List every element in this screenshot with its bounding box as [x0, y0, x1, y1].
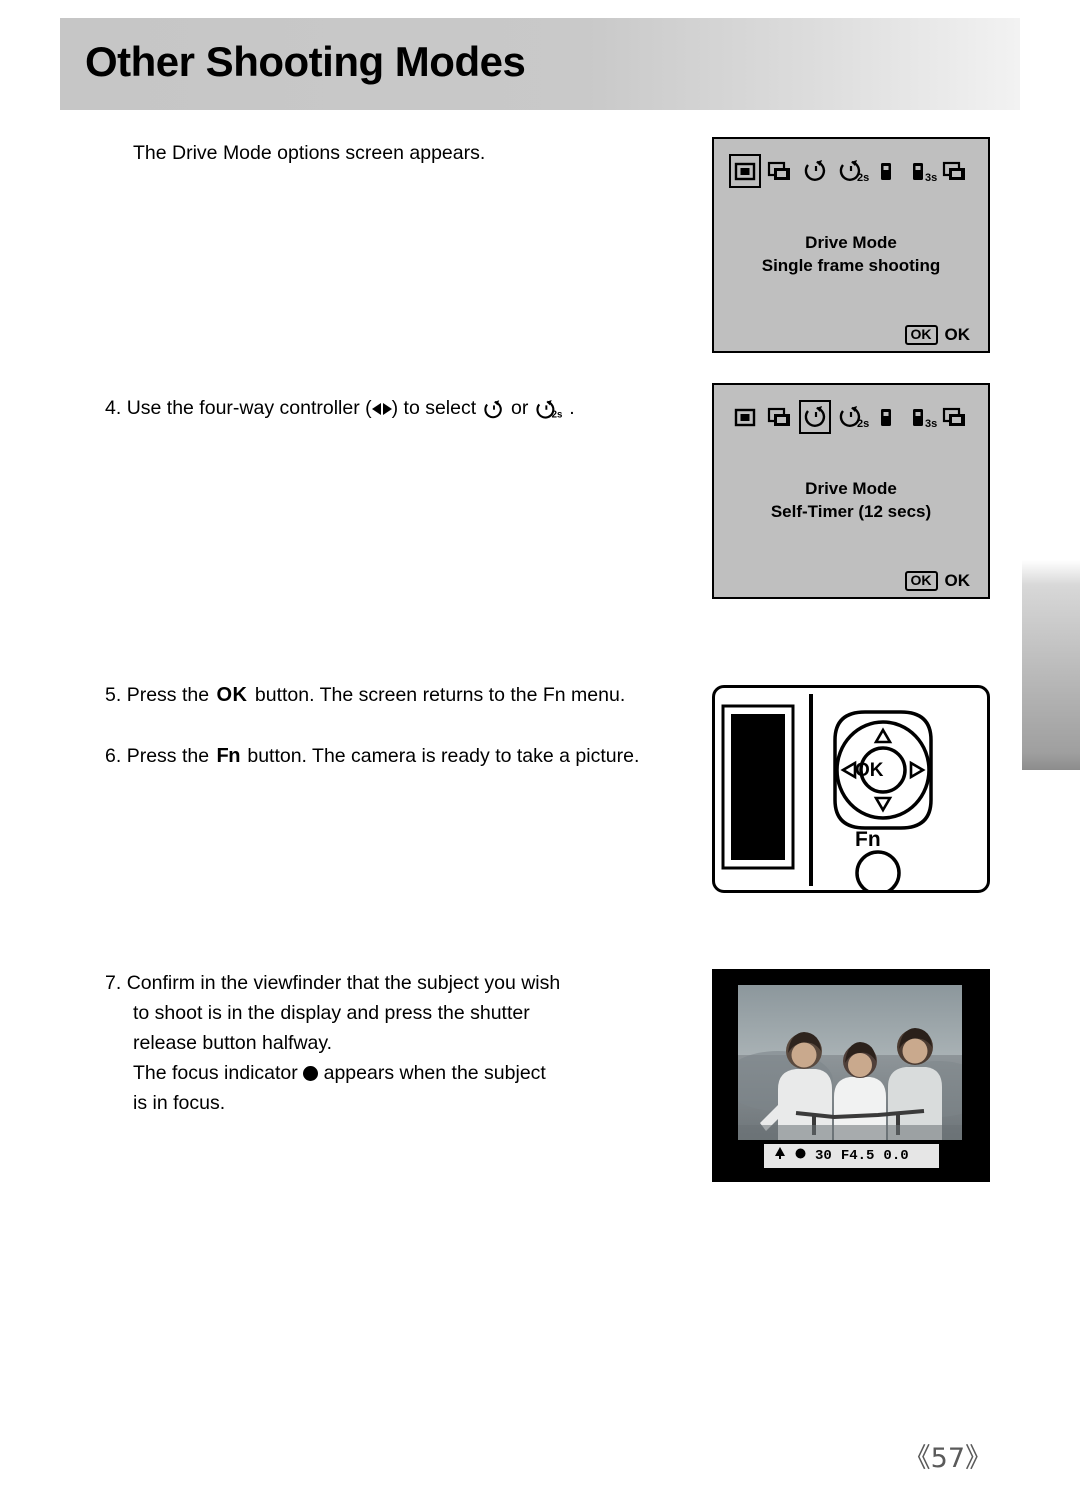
right-arrow-icon: [382, 403, 392, 415]
svg-text:2s: 2s: [857, 172, 869, 184]
remote-control-icon[interactable]: [872, 157, 900, 187]
self-timer-2s-icon[interactable]: 2s: [837, 403, 869, 433]
step-6-text-after: button. The camera is ready to take a pi…: [247, 745, 640, 767]
self-timer-2s-icon[interactable]: 2s: [837, 157, 869, 187]
step-4-paragraph: 4. Use the four-way controller ( ) to sel…: [105, 393, 575, 429]
lcd2-subtitle: Self-Timer (12 secs): [770, 502, 932, 521]
self-timer-12s-icon[interactable]: [802, 157, 830, 187]
drive-mode-icon-bar-2: 2s 3s: [714, 395, 988, 441]
ok-label: OK: [944, 325, 971, 344]
step-5-number: 5.: [105, 684, 122, 706]
step-7-line-4a: The focus indicator: [133, 1062, 298, 1084]
continuous-bracket-icon[interactable]: [942, 157, 970, 187]
camera-back-diagram: OK Fn: [712, 685, 990, 896]
continuous-shooting-icon[interactable]: [767, 403, 795, 433]
ok-label: OK: [944, 571, 971, 590]
step-7-paragraph: 7. Confirm in the viewfinder that the su…: [105, 968, 625, 998]
step-7-line-1: Confirm in the viewfinder that the subje…: [126, 972, 561, 994]
focus-indicator-icon: [303, 1066, 319, 1081]
ok-button-inline: OK: [216, 684, 248, 706]
continuous-bracket-icon[interactable]: [942, 403, 970, 433]
lcd2-ok-row[interactable]: OK OK: [904, 571, 971, 591]
shutter-speed-value: 30: [815, 1148, 832, 1164]
single-frame-icon[interactable]: [729, 154, 761, 188]
step-7-number: 7.: [105, 972, 122, 994]
ok-button-glyph[interactable]: OK: [904, 325, 938, 345]
step-5-paragraph: 5. Press the OK button. The screen retur…: [105, 680, 625, 710]
step-7-line-5: is in focus.: [133, 1092, 226, 1114]
svg-text:2s: 2s: [857, 418, 869, 430]
step-7-line-4b: appears when the subject: [323, 1062, 546, 1084]
step-5-text-before: Press the: [126, 684, 210, 706]
step-4-text-or: or: [511, 397, 529, 419]
step-6-text-before: Press the: [126, 745, 210, 767]
step-4-text-before: Use the four-way controller (: [126, 397, 372, 419]
single-frame-icon[interactable]: [732, 403, 760, 433]
intro-paragraph: The Drive Mode options screen appears.: [133, 138, 485, 168]
lcd1-title: Drive Mode: [805, 233, 897, 252]
page-title: Other Shooting Modes: [85, 38, 526, 85]
exposure-value: 0.0: [883, 1148, 909, 1164]
remote-control-3s-icon[interactable]: 3s: [907, 157, 937, 187]
viewfinder-photo: [738, 985, 962, 1140]
svg-text:3s: 3s: [925, 172, 937, 184]
step-7-line-4-row: The focus indicator appears when the sub…: [133, 1058, 546, 1088]
intro-text: The Drive Mode options screen appears.: [133, 142, 486, 164]
lcd-screen-self-timer: 2s 3s Drive Mode Self-Timer (12 secs) OK…: [712, 383, 990, 599]
flash-ready-icon: [774, 1147, 786, 1165]
step-6-paragraph: 6. Press the Fn button. The camera is re…: [105, 741, 639, 771]
step-4-text-end: .: [569, 397, 575, 419]
camera-ok-button-label[interactable]: OK: [855, 760, 884, 782]
lcd-screen-single-frame: 2s 3s Drive Mode Single frame shooting O…: [712, 137, 990, 353]
drive-mode-icon-bar: 2s 3s: [714, 149, 988, 195]
lcd1-ok-row[interactable]: OK OK: [904, 325, 971, 345]
self-timer-12s-inline-icon: [482, 396, 506, 429]
continuous-shooting-icon[interactable]: [767, 157, 795, 187]
remote-control-3s-icon[interactable]: 3s: [907, 403, 937, 433]
lcd1-subtitle: Single frame shooting: [761, 256, 941, 275]
step-7-line-2-row: to shoot is in the display and press the…: [133, 998, 530, 1028]
fn-button-inline: Fn: [216, 745, 240, 767]
step-6-number: 6.: [105, 745, 122, 767]
step-7-line-3-row: release button halfway.: [133, 1028, 332, 1058]
step-5-text-after: button. The screen returns to the Fn men…: [254, 684, 626, 706]
camera-diagram-svg: [721, 694, 933, 896]
svg-text:3s: 3s: [925, 418, 937, 430]
focus-indicator-icon: [795, 1148, 806, 1164]
svg-text:2s: 2s: [551, 410, 562, 420]
self-timer-2s-inline-icon: 2s: [534, 396, 564, 429]
step-4-number: 4.: [105, 397, 122, 419]
step-7-line-2: to shoot is in the display and press the…: [133, 1002, 530, 1024]
lcd2-title: Drive Mode: [805, 479, 897, 498]
step-7-line-5-row: is in focus.: [133, 1088, 225, 1118]
self-timer-12s-icon[interactable]: [799, 400, 831, 434]
aperture-value: F4.5: [840, 1148, 875, 1164]
page-number: 《57》: [903, 1443, 992, 1474]
viewfinder-info-bar: 30 F4.5 0.0: [764, 1144, 939, 1168]
remote-control-icon[interactable]: [872, 403, 900, 433]
camera-fn-button-label[interactable]: Fn: [855, 828, 881, 852]
step-4-text-mid: ) to select: [391, 397, 477, 419]
viewfinder-panel: 30 F4.5 0.0: [712, 969, 990, 1182]
photo-illustration: [738, 985, 962, 1140]
left-arrow-icon: [371, 403, 381, 415]
ok-button-glyph[interactable]: OK: [904, 571, 938, 591]
chapter-edge-tab: [1022, 560, 1080, 770]
step-7-line-3: release button halfway.: [133, 1032, 333, 1054]
